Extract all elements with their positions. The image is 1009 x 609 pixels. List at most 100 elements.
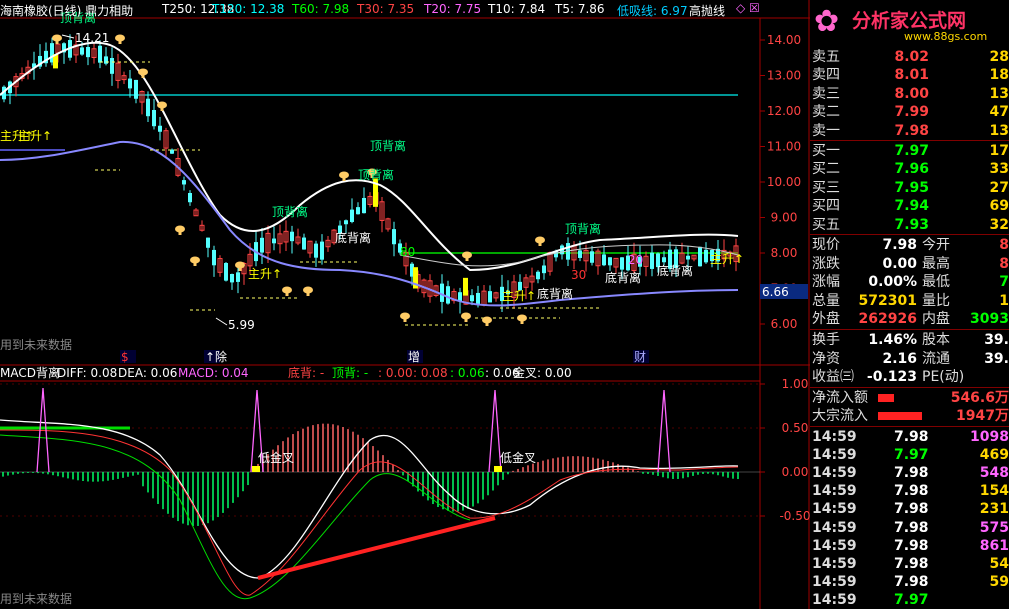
panel-separator <box>810 140 1009 141</box>
tick-volume: 575 <box>979 519 1009 536</box>
stat-value: 1 <box>999 292 1009 309</box>
ask-row[interactable]: 卖四 8.01 18 <box>810 66 1009 84</box>
fin-label: 股本 <box>922 332 950 348</box>
fin-value: 39. <box>984 332 1009 348</box>
macd-axis-label: 0.50 <box>782 421 809 435</box>
price-axis-label: 8.00 <box>771 246 798 260</box>
ask-row[interactable]: 卖一 7.98 13 <box>810 122 1009 140</box>
fin-label: 换手 <box>812 332 840 348</box>
high-pointer <box>61 34 75 39</box>
macd-green-line <box>0 434 471 600</box>
stat-row: 涨幅 0.00% 最低 7 <box>810 273 1009 291</box>
price-axis-label: 9.00 <box>771 211 798 225</box>
candle-body <box>146 98 150 117</box>
quote-volume: 13 <box>989 122 1009 139</box>
mushroom-icon <box>538 242 542 246</box>
stat-row: 现价 7.98 今开 8 <box>810 236 1009 254</box>
quote-label: 买二 <box>812 161 840 178</box>
ma-legend-item: T60: 7.98 <box>292 2 350 16</box>
ask-row[interactable]: 卖二 7.99 47 <box>810 103 1009 121</box>
ask-row[interactable]: 卖五 8.02 28 <box>810 48 1009 66</box>
tick-volume: 59 <box>989 573 1009 590</box>
tick-row: 14:59 7.97 469 <box>810 446 1009 464</box>
tick-time: 14:59 <box>812 447 857 464</box>
panel-separator <box>810 234 1009 235</box>
bid-row[interactable]: 买四 7.94 69 <box>810 197 1009 215</box>
macd-signal-spike <box>657 389 671 473</box>
tick-price: 7.98 <box>894 537 929 554</box>
high-price-label: 14.21 <box>75 31 109 45</box>
quote-volume: 13 <box>989 85 1009 102</box>
tick-time: 14:59 <box>812 429 857 445</box>
candle-body <box>236 272 240 282</box>
macd-diff: DIFF: 0.08 <box>57 366 117 380</box>
stat-label: 外盘 <box>812 311 840 328</box>
tick-time: 14:59 <box>812 465 857 482</box>
flow-value: 1947万 <box>956 408 1009 425</box>
quote-price: 7.98 <box>894 122 929 139</box>
golden-cross-marker <box>494 466 502 472</box>
bid-row[interactable]: 买五 7.93 32 <box>810 216 1009 234</box>
ma-legend-item: T30: 7.35 <box>357 2 415 16</box>
candle-body <box>650 252 654 269</box>
macd-extra: : 0.08 <box>413 366 448 380</box>
candle-body <box>128 78 132 89</box>
quote-price: 7.94 <box>894 198 929 215</box>
tick-row: 14:59 7.98 1098 <box>810 428 1009 446</box>
quote-label: 买四 <box>812 198 840 215</box>
bid-row[interactable]: 买三 7.95 27 <box>810 179 1009 197</box>
signal-annotation: 顶背离 <box>358 167 394 182</box>
signal-annotation: 80 <box>400 245 415 259</box>
stat-value: 262926 <box>858 311 917 328</box>
mushroom-icon <box>160 107 164 111</box>
quote-price: 7.99 <box>894 104 929 121</box>
stat-row: 涨跌 0.00 最高 8 <box>810 255 1009 273</box>
signal-annotation: 底背离 <box>657 263 693 278</box>
mushroom-icon <box>118 40 122 44</box>
signal-annotation: 30 <box>571 268 586 282</box>
signal-annotation: 顶背离 <box>272 204 308 219</box>
candle-body <box>578 250 582 258</box>
ask-row[interactable]: 卖三 8.00 13 <box>810 85 1009 103</box>
event-marker: $ <box>121 350 129 364</box>
fin-row: 净资 2.16 流通 39. <box>810 350 1009 368</box>
tick-time: 14:59 <box>812 519 857 536</box>
candle-body <box>212 249 216 266</box>
price-axis-label: 12.00 <box>767 104 801 118</box>
mushroom-icon <box>55 40 59 44</box>
candle-body <box>260 237 264 253</box>
quote-price: 7.93 <box>894 216 929 233</box>
tick-volume: 1098 <box>970 429 1009 445</box>
quote-label: 卖三 <box>812 85 840 102</box>
candle-body <box>272 238 276 244</box>
candle-body <box>152 109 156 127</box>
ma-legend-item: 低吸线: 6.97 <box>617 4 688 18</box>
ma-legend-item: T120: 12.38 <box>212 2 285 16</box>
fin-value: 39. <box>984 350 1009 367</box>
macd-axis-label: 0.00 <box>782 465 809 479</box>
quote-price: 8.01 <box>894 67 929 84</box>
candle-body <box>392 229 396 245</box>
macd-extra: 金叉: 0.00 <box>513 365 572 380</box>
tick-volume: 154 <box>979 483 1009 500</box>
chart-canvas[interactable]: 14.0013.0012.0011.0010.009.008.007.006.0… <box>0 0 810 609</box>
tick-time: 14:59 <box>812 555 857 572</box>
candle-body <box>542 265 546 274</box>
close-icon[interactable]: ☒ <box>749 1 760 15</box>
candle-body <box>344 220 348 225</box>
candle-body <box>470 295 474 302</box>
logo-flower-icon: ✿ <box>814 4 840 39</box>
flow-label: 净流入额 <box>812 389 868 406</box>
macd-extra: 顶背: - <box>332 366 368 380</box>
candle-body <box>440 283 444 302</box>
stat-row: 总量 572301 量比 1 <box>810 292 1009 310</box>
mushroom-icon <box>193 262 197 266</box>
signal-annotation: 主升↑ <box>502 289 536 303</box>
bid-row[interactable]: 买一 7.97 17 <box>810 142 1009 160</box>
stat-label: 量比 <box>922 292 950 309</box>
tick-volume: 54 <box>989 555 1009 572</box>
mushroom-icon <box>306 292 310 296</box>
macd-title: MACD背离 <box>0 365 60 380</box>
bid-row[interactable]: 买二 7.96 33 <box>810 160 1009 178</box>
settings-diamond-icon[interactable]: ◇ <box>736 1 745 15</box>
